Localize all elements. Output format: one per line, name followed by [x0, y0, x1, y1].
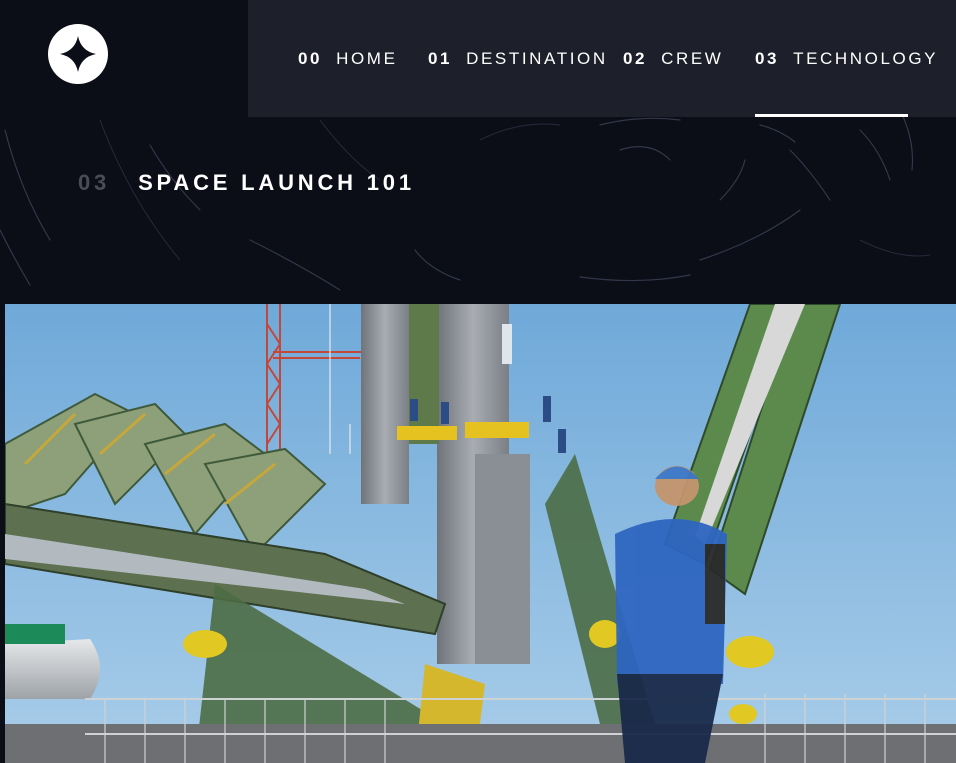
page-title-number: 03	[78, 170, 111, 195]
nav-item-label: DESTINATION	[466, 48, 608, 68]
nav-item-number: 00	[298, 48, 323, 68]
nav-item-home[interactable]: 00 HOME	[298, 0, 398, 117]
nav-item-technology[interactable]: 03 TECHNOLOGY	[755, 0, 936, 117]
logo-icon[interactable]	[48, 24, 108, 84]
page-title-text: SPACE LAUNCH 101	[138, 170, 415, 195]
nav-item-crew[interactable]: 02 CREW	[623, 0, 723, 117]
nav-item-label: TECHNOLOGY	[793, 48, 939, 68]
nav-item-label: CREW	[661, 48, 724, 68]
page: 00 HOME 01 DESTINATION 02 CREW 03 TECHNO…	[0, 0, 956, 763]
main-navigation: 00 HOME 01 DESTINATION 02 CREW 03 TECHNO…	[248, 0, 956, 117]
nav-item-number: 01	[428, 48, 453, 68]
nav-item-destination[interactable]: 01 DESTINATION	[428, 0, 608, 117]
page-title: 03 SPACE LAUNCH 101	[78, 170, 415, 196]
nav-item-number: 03	[755, 48, 780, 68]
nav-item-number: 02	[623, 48, 648, 68]
hero-image-rocket-launch-pad	[5, 304, 956, 763]
nav-item-label: HOME	[336, 48, 398, 68]
